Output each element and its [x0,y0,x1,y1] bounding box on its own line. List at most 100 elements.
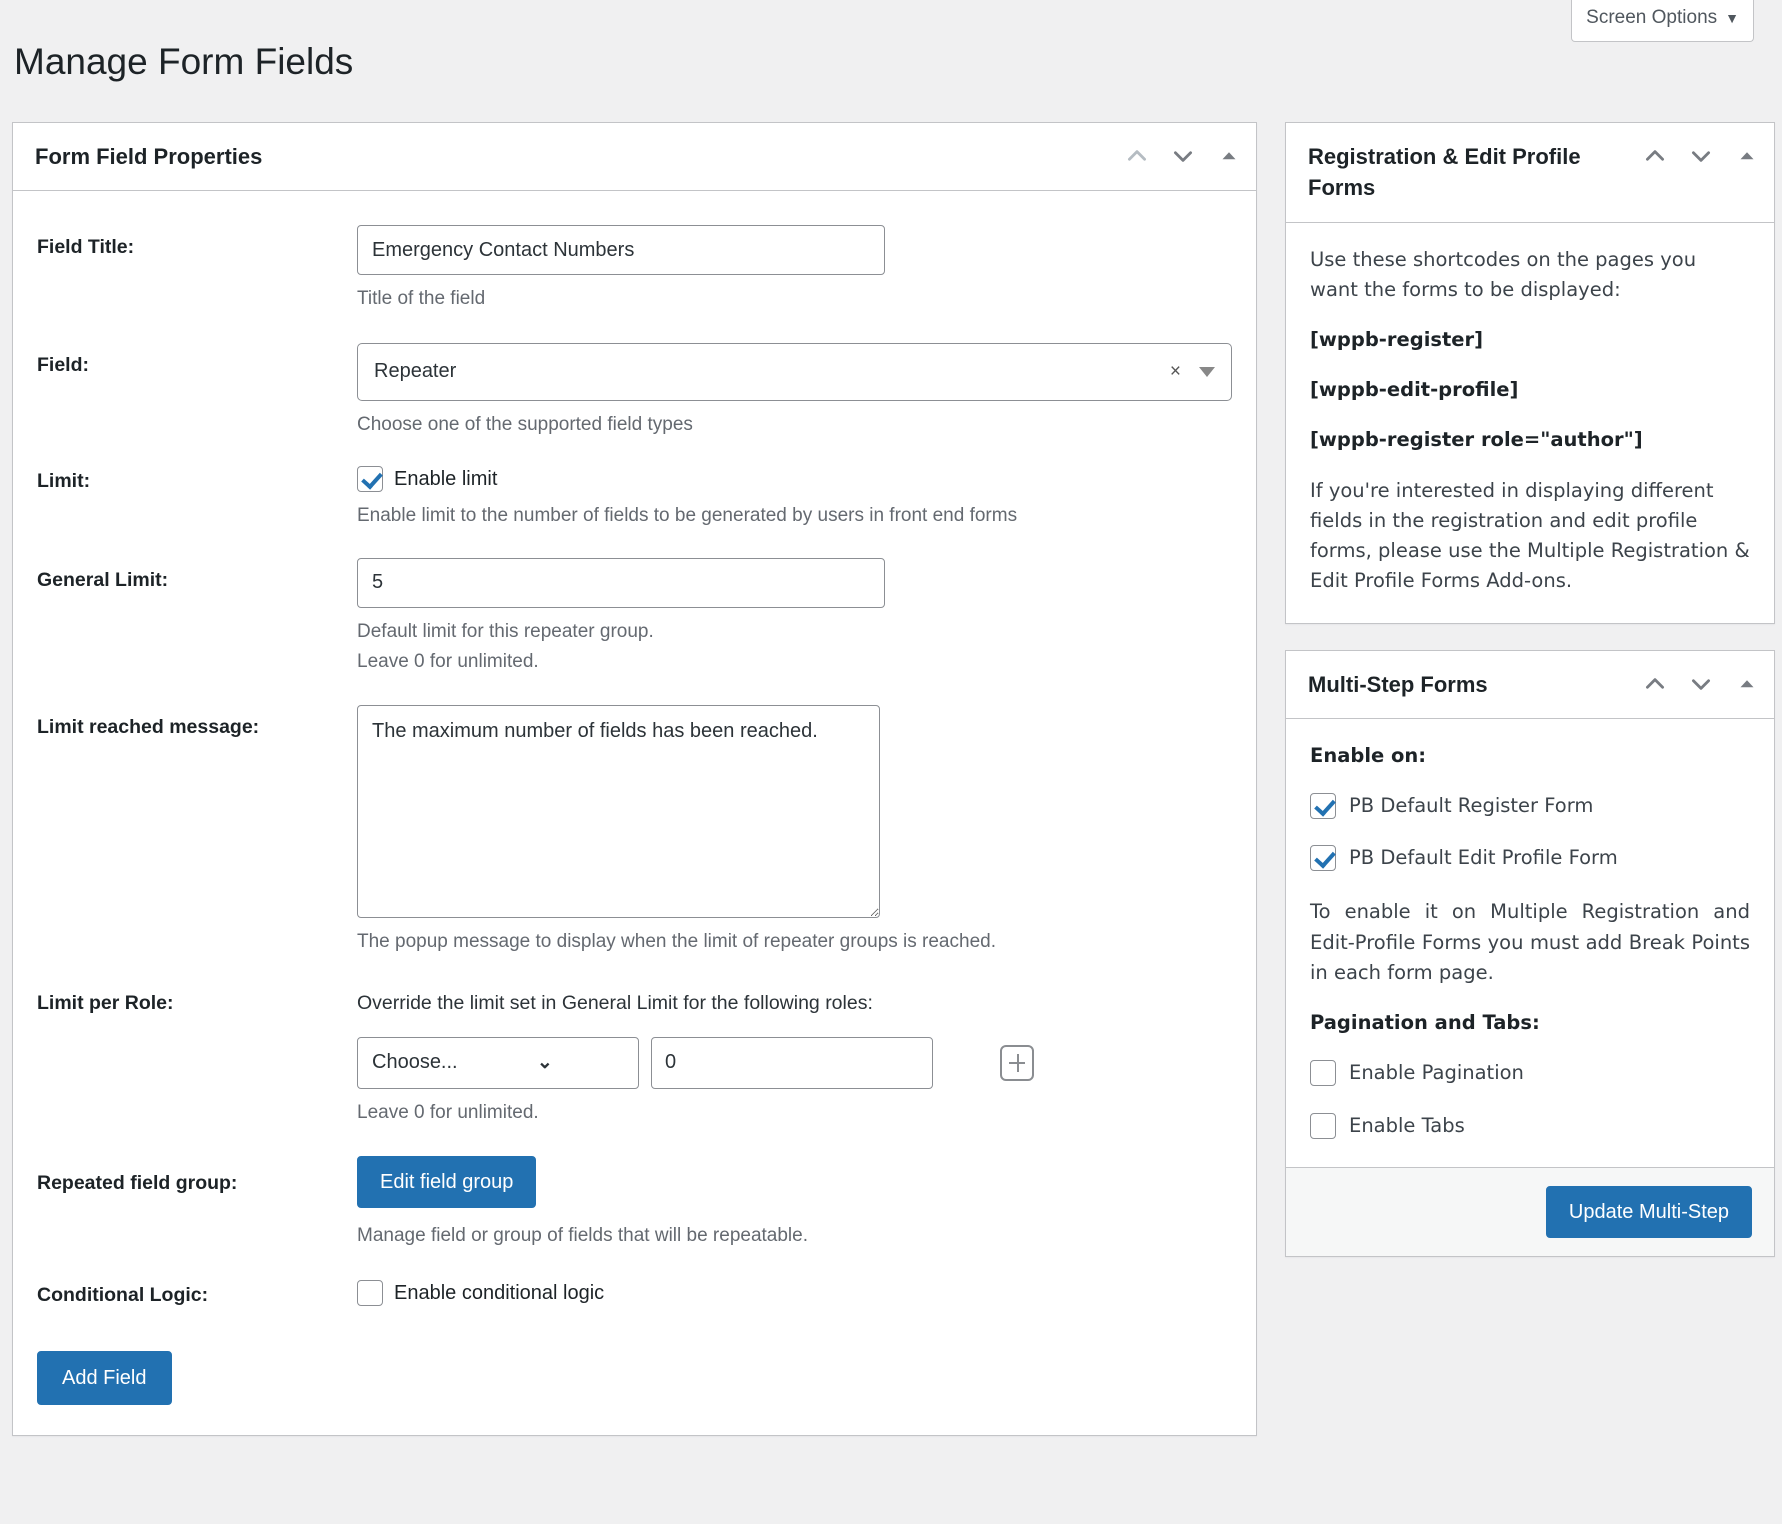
multistep-panel-actions [1642,669,1760,697]
dropdown-arrow-icon[interactable] [1199,366,1215,377]
chevron-down-icon[interactable] [1170,143,1196,169]
add-field-button[interactable]: Add Field [37,1351,172,1405]
row-limit-per-role: Limit per Role: Override the limit set i… [37,986,1232,1127]
multistep-panel-header: Multi-Step Forms [1286,651,1774,719]
repeated-field-group-label: Repeated field group: [37,1172,238,1195]
limit-reached-control: The maximum number of fields has been re… [357,705,1232,956]
conditional-logic-label: Conditional Logic: [37,1283,209,1306]
update-multi-step-button[interactable]: Update Multi-Step [1545,1185,1752,1238]
add-role-limit-button[interactable] [1000,1044,1034,1081]
panel-header-actions [1124,141,1242,169]
general-limit-input[interactable] [357,557,885,608]
chevron-up-icon[interactable] [1642,671,1668,697]
row-field-type: Field: Repeater × Choose one of the supp… [37,342,1232,439]
field-title-control: Title of the field [357,225,1232,313]
sidebar-column: Registration & Edit Profile Forms Use th… [1285,122,1775,1283]
pagination-and-tabs-label: Pagination and Tabs: [1310,1011,1540,1035]
chevron-down-icon: ▼ [1725,10,1739,26]
limit-per-role-label: Limit per Role: [37,991,174,1014]
form-field-properties-panel: Form Field Properties Field Title: Emerg… [12,122,1257,1436]
toggle-triangle-icon[interactable] [1734,671,1760,697]
general-limit-description-2: Leave 0 for unlimited. [357,650,539,672]
field-type-selected-value: Repeater [374,360,457,383]
pb-default-edit-profile-form-label[interactable]: PB Default Edit Profile Form [1349,843,1618,873]
general-limit-label: General Limit: [37,568,169,591]
multistep-panel-title: Multi-Step Forms [1308,671,1488,697]
clear-selection-icon[interactable]: × [1170,362,1181,381]
limit-label: Limit: [37,470,91,493]
field-title-input[interactable] [357,225,885,276]
role-select[interactable]: Choose... ⌄ [357,1036,639,1089]
row-limit-reached-message: Limit reached message: The maximum numbe… [37,705,1232,956]
limit-reached-label: Limit reached message: [37,716,260,739]
enable-pagination-label[interactable]: Enable Pagination [1349,1058,1524,1088]
field-type-label: Field: [37,353,89,376]
row-conditional-logic: Conditional Logic: Enable conditional lo… [37,1279,1232,1309]
enable-limit-row: Enable limit [357,466,1232,493]
enable-limit-checkbox[interactable] [357,466,383,493]
edit-field-group-button[interactable]: Edit field group [357,1156,537,1209]
limit-description: Enable limit to the number of fields to … [357,505,1018,527]
role-limit-input[interactable] [651,1036,933,1089]
repeated-field-group-description: Manage field or group of fields that wil… [357,1225,808,1247]
field-type-description: Choose one of the supported field types [357,413,693,435]
conditional-logic-control: Enable conditional logic [357,1279,1232,1306]
chevron-up-icon[interactable] [1642,143,1668,169]
general-limit-control: Default limit for this repeater group. L… [357,557,1232,675]
enable-pagination-checkbox[interactable] [1310,1060,1336,1087]
field-type-select[interactable]: Repeater × [357,342,1232,401]
role-select-value: Choose... [372,1051,458,1074]
pb-default-register-form-label[interactable]: PB Default Register Form [1349,791,1593,821]
screen-options-label: Screen Options [1586,7,1718,28]
enable-conditional-logic-checkbox[interactable] [357,1279,383,1306]
pb-default-edit-profile-form-checkbox[interactable] [1310,845,1336,872]
limit-reached-textarea[interactable]: The maximum number of fields has been re… [357,705,880,919]
limit-per-role-description: Leave 0 for unlimited. [357,1101,539,1123]
page-title: Manage Form Fields [14,41,354,82]
registration-intro: Use these shortcodes on the pages you wa… [1310,247,1697,301]
admin-screen: Screen Options ▼ Manage Form Fields Form … [0,0,1782,1524]
chevron-up-icon[interactable] [1124,143,1150,169]
registration-panel-title: Registration & Edit Profile Forms [1308,144,1581,201]
limit-per-role-intro: Override the limit set in General Limit … [357,991,873,1014]
main-column: Form Field Properties Field Title: Emerg… [12,122,1257,1462]
field-title-description: Title of the field [357,288,486,310]
panel-header: Form Field Properties [13,123,1256,192]
general-limit-description-1: Default limit for this repeater group. [357,620,654,642]
enable-tabs-checkbox[interactable] [1310,1112,1336,1139]
pagination-option-row: Enable Pagination [1310,1058,1750,1088]
multistep-panel-footer: Update Multi-Step [1286,1166,1774,1256]
panel-body: Field Title: Title of the field Field: [13,191,1256,1435]
row-field-title: Field Title: Title of the field [37,225,1232,313]
field-title-label: Field Title: [37,236,135,259]
row-limit: Limit: Enable limit Enable limit to the … [37,466,1232,530]
chevron-down-icon[interactable] [1688,671,1714,697]
limit-per-role-control: Override the limit set in General Limit … [357,986,1232,1127]
registration-note: If you're interested in displaying diffe… [1310,478,1750,593]
screen-options-button[interactable]: Screen Options ▼ [1571,0,1754,42]
field-type-control: Repeater × Choose one of the supported f… [357,342,1232,439]
enable-conditional-logic-row: Enable conditional logic [357,1279,1232,1306]
row-general-limit: General Limit: Default limit for this re… [37,557,1232,675]
registration-forms-panel: Registration & Edit Profile Forms Use th… [1285,122,1775,624]
enable-conditional-logic-label[interactable]: Enable conditional logic [394,1281,604,1305]
shortcode-register-author: [wppb-register role="author"] [1310,428,1643,452]
chevron-down-icon[interactable] [1688,143,1714,169]
panel-title: Form Field Properties [35,144,263,170]
pb-default-register-form-checkbox[interactable] [1310,793,1336,820]
enable-limit-label[interactable]: Enable limit [394,467,497,491]
multistep-forms-panel: Multi-Step Forms Enable on: PB Default R… [1285,649,1775,1257]
registration-panel-header: Registration & Edit Profile Forms [1286,123,1774,223]
registration-panel-actions [1642,141,1760,169]
repeated-field-group-control: Edit field group Manage field or group o… [357,1156,1232,1250]
registration-panel-body: Use these shortcodes on the pages you wa… [1286,223,1774,623]
shortcode-register: [wppb-register] [1310,328,1484,351]
toggle-triangle-icon[interactable] [1216,143,1242,169]
toggle-triangle-icon[interactable] [1734,143,1760,169]
enable-tabs-label[interactable]: Enable Tabs [1349,1111,1465,1141]
row-repeated-field-group: Repeated field group: Edit field group M… [37,1156,1232,1250]
enable-on-label: Enable on: [1310,743,1427,767]
form-rows: Field Title: Title of the field Field: [13,191,1256,1339]
content-columns: Form Field Properties Field Title: Emerg… [0,86,1782,1462]
shortcode-edit-profile: [wppb-edit-profile] [1310,378,1519,402]
